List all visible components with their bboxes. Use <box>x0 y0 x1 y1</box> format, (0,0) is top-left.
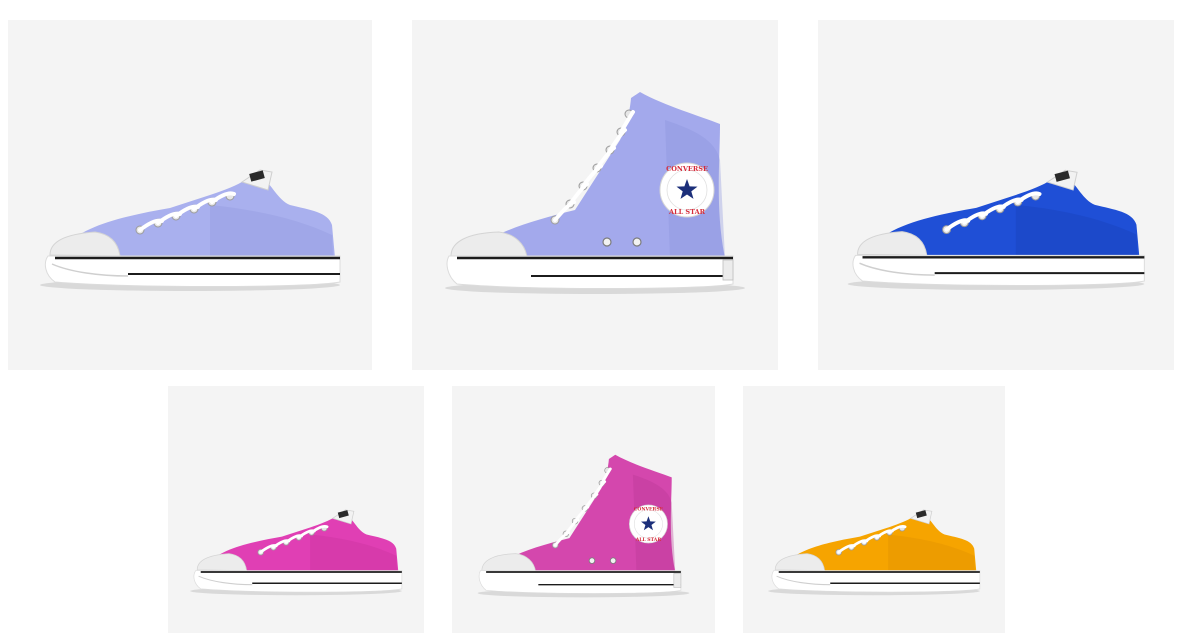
all-star-patch: CONVERSE ALL STAR <box>629 504 668 544</box>
svg-text:CONVERSE: CONVERSE <box>634 507 664 513</box>
product-tile-5[interactable]: CONVERSE ALL STAR <box>452 386 715 633</box>
product-tile-4[interactable] <box>168 386 424 633</box>
high-top-sneaker-image: CONVERSE ALL STAR <box>445 92 745 294</box>
low-top-sneaker-image <box>768 509 981 596</box>
low-top-sneaker-image <box>40 169 341 291</box>
low-top-sneaker-image <box>190 509 403 596</box>
product-tile-1[interactable] <box>8 20 372 370</box>
svg-text:ALL STAR: ALL STAR <box>635 537 662 543</box>
product-tile-2[interactable]: CONVERSE ALL STAR <box>412 20 778 370</box>
low-top-sneaker-image <box>847 169 1145 290</box>
all-star-patch: CONVERSE ALL STAR <box>659 162 715 218</box>
svg-text:ALL STAR: ALL STAR <box>668 208 706 216</box>
svg-text:CONVERSE: CONVERSE <box>666 165 708 173</box>
product-tile-6[interactable] <box>743 386 1005 633</box>
product-tile-3[interactable] <box>818 20 1174 370</box>
high-top-sneaker-image: CONVERSE ALL STAR <box>477 454 690 598</box>
